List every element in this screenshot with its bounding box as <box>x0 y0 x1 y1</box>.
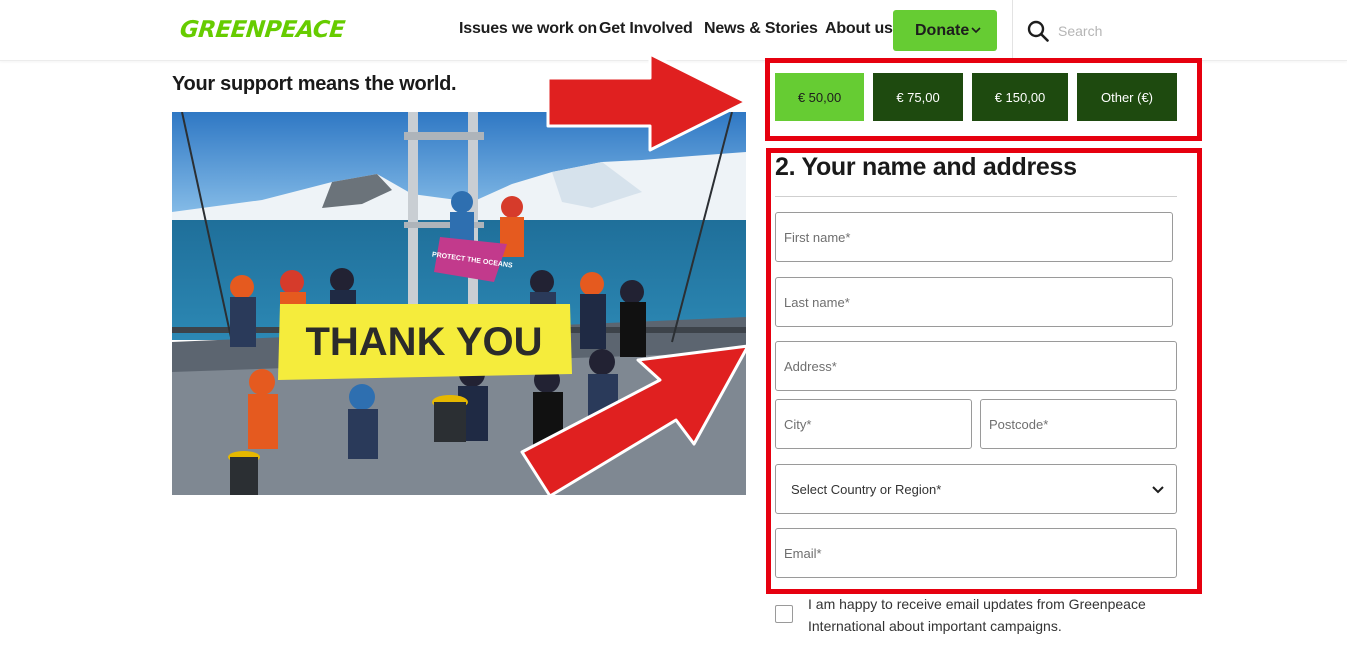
amount-other-button[interactable]: Other (€) <box>1077 73 1177 121</box>
nav-divider <box>1012 0 1013 58</box>
nav-get-involved[interactable]: Get Involved <box>599 20 693 38</box>
last-name-field[interactable] <box>775 277 1173 327</box>
chevron-down-icon <box>1152 486 1164 494</box>
donate-label: Donate <box>915 21 970 39</box>
section-divider <box>775 196 1177 197</box>
email-updates-checkbox[interactable] <box>775 605 793 623</box>
email-field[interactable] <box>775 528 1177 578</box>
email-consent-label: I am happy to receive email updates from… <box>808 596 1146 634</box>
amount-50-button[interactable]: € 50,00 <box>775 73 864 121</box>
country-select[interactable]: Select Country or Region* <box>775 464 1177 514</box>
amount-150-button[interactable]: € 150,00 <box>972 73 1068 121</box>
first-name-field[interactable] <box>775 212 1173 262</box>
search-icon[interactable] <box>1027 20 1049 42</box>
donate-button[interactable]: Donate <box>893 10 997 51</box>
site-header: GREENPEACE Issues we work on Get Involve… <box>0 0 1347 61</box>
greenpeace-logo[interactable]: GREENPEACE <box>179 17 346 43</box>
amount-75-button[interactable]: € 75,00 <box>873 73 963 121</box>
country-select-label: Select Country or Region* <box>791 482 942 497</box>
nav-news-stories[interactable]: News & Stories <box>704 20 818 38</box>
chevron-down-icon <box>971 27 981 34</box>
postcode-field[interactable] <box>980 399 1177 449</box>
photo-illustration: PROTECT THE OCEANS THANK YOU <box>172 112 746 495</box>
address-field[interactable] <box>775 341 1177 391</box>
form-section-title: 2. Your name and address <box>775 153 1077 181</box>
search-input[interactable] <box>1058 18 1318 44</box>
support-heading: Your support means the world. <box>172 73 457 95</box>
nav-about-us[interactable]: About us <box>825 20 893 38</box>
city-field[interactable] <box>775 399 972 449</box>
thank-you-photo: PROTECT THE OCEANS THANK YOU <box>172 112 746 495</box>
banner-text: THANK YOU <box>305 320 542 364</box>
nav-issues[interactable]: Issues we work on <box>459 20 597 38</box>
